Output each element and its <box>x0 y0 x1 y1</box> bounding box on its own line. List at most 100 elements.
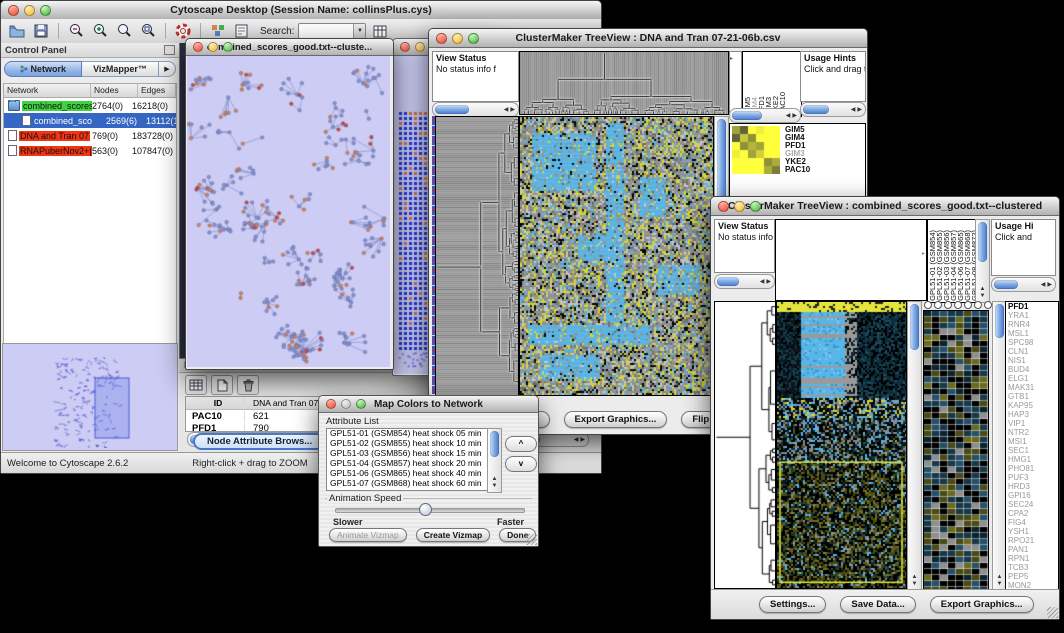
minimize-button[interactable] <box>341 399 351 409</box>
delete-attribute-button[interactable] <box>237 375 259 395</box>
gene-label[interactable]: HMG1 <box>1008 455 1058 464</box>
close-button[interactable] <box>400 42 410 52</box>
search-dropdown-arrow[interactable]: ▼ <box>353 24 365 38</box>
network-overview-panel[interactable] <box>2 343 178 451</box>
gene-label[interactable]: SEC24 <box>1008 500 1058 509</box>
tab-network[interactable]: Network <box>4 61 82 77</box>
tv2-usage-hscrollbar[interactable]: ◀▶ <box>991 277 1056 292</box>
tv2-global-heatmap[interactable] <box>776 301 907 589</box>
tv1-row-dendrogram[interactable] <box>435 116 519 396</box>
float-panel-icon[interactable] <box>164 45 175 55</box>
zoom-button[interactable] <box>223 42 233 52</box>
select-attributes-button[interactable] <box>185 375 207 395</box>
network-table-row[interactable]: combined_sco 2569(6) 13112(15) <box>4 113 176 128</box>
tv2-status-hscrollbar[interactable]: ◀▶ <box>714 274 775 289</box>
gene-label[interactable]: ELG1 <box>1008 374 1058 383</box>
dialog-titlebar[interactable]: Map Colors to Network <box>319 396 538 413</box>
close-button[interactable] <box>436 33 447 44</box>
zoom-button[interactable] <box>468 33 479 44</box>
tv1-usage-hscrollbar[interactable]: ◀▶ <box>800 102 866 117</box>
gene-label[interactable]: NTR2 <box>1008 428 1058 437</box>
gene-label[interactable]: PUF3 <box>1008 473 1058 482</box>
close-button[interactable] <box>326 399 336 409</box>
tv2-zoom-heatmap[interactable] <box>923 310 989 590</box>
treeview2-titlebar[interactable]: ClusterMaker TreeView : combined_scores_… <box>711 197 1059 216</box>
zoom-selected-button[interactable] <box>138 22 158 40</box>
gene-label[interactable]: GPI16 <box>1008 491 1058 500</box>
gene-label[interactable]: CLN1 <box>1008 347 1058 356</box>
network-table-row[interactable]: DNA and Tran 07 769(0) 183728(0) <box>4 128 176 143</box>
zoom-button[interactable] <box>750 201 761 212</box>
gene-label[interactable]: GTB1 <box>1008 392 1058 401</box>
zoom-in-button[interactable] <box>90 22 110 40</box>
tv2-settings-button[interactable]: Settings... <box>759 596 826 613</box>
tv1-status-hscrollbar[interactable]: ◀▶ <box>432 102 519 117</box>
slider-thumb[interactable] <box>419 503 432 516</box>
tv1-matrix-hscrollbar[interactable]: ◀▶ <box>729 108 801 123</box>
close-button[interactable] <box>8 5 19 16</box>
save-session-button[interactable] <box>31 22 51 40</box>
treeview1-titlebar[interactable]: ClusterMaker TreeView : DNA and Tran 07-… <box>429 29 867 48</box>
tv1-export-graphics-button[interactable]: Export Graphics... <box>564 411 668 428</box>
gene-label[interactable]: CPA2 <box>1008 509 1058 518</box>
main-titlebar[interactable]: Cytoscape Desktop (Session Name: collins… <box>1 1 601 20</box>
attribute-list-item[interactable]: GPL51-07 (GSM868) heat shock 60 min <box>330 479 490 489</box>
tab-vizmapper[interactable]: VizMapper™ <box>82 61 159 77</box>
gene-label[interactable]: TCB3 <box>1008 563 1058 572</box>
zoom-out-button[interactable] <box>66 22 86 40</box>
zoom-fit-button[interactable] <box>114 22 134 40</box>
gene-label[interactable]: NIS1 <box>1008 356 1058 365</box>
gene-label[interactable]: PFD1 <box>1008 302 1058 311</box>
network-overview-canvas[interactable] <box>3 344 177 448</box>
tv1-similarity-matrix[interactable] <box>732 126 780 174</box>
network-view-1-canvas[interactable] <box>187 56 390 367</box>
new-attribute-button[interactable] <box>211 375 233 395</box>
zoom-button[interactable] <box>356 399 366 409</box>
tv1-column-dendrogram[interactable] <box>519 51 729 115</box>
gene-label[interactable]: PHO81 <box>1008 464 1058 473</box>
move-up-button[interactable]: ^ <box>505 436 537 452</box>
dialog-button[interactable]: Animate Vizmap <box>329 528 407 542</box>
tab-overflow-arrow[interactable]: ▶ <box>159 61 176 77</box>
gene-label[interactable]: MAK31 <box>1008 383 1058 392</box>
gene-label[interactable]: HRD3 <box>1008 482 1058 491</box>
close-button[interactable] <box>718 201 729 212</box>
minimize-button[interactable] <box>24 5 35 16</box>
network-table-row[interactable]: RNAPuberNov2+| 563(0) 107847(0) <box>4 143 176 158</box>
tv2-column-labels[interactable]: GPL51-01 (GSM854)GPL51-02 (GSM855)GPL51-… <box>927 219 978 303</box>
gene-label[interactable]: HAP3 <box>1008 410 1058 419</box>
search-input[interactable]: ▼ <box>298 23 366 39</box>
gene-label[interactable]: YRA1 <box>1008 311 1058 320</box>
gene-label[interactable]: RPO21 <box>1008 536 1058 545</box>
minimize-button[interactable] <box>208 42 218 52</box>
gene-label[interactable]: PAN1 <box>1008 545 1058 554</box>
network-window-1-titlebar[interactable]: combined_scores_good.txt--cluste... <box>186 39 393 56</box>
close-button[interactable] <box>193 42 203 52</box>
gene-label[interactable]: YSH1 <box>1008 527 1058 536</box>
gene-label[interactable]: RNR4 <box>1008 320 1058 329</box>
gene-label[interactable]: SEC1 <box>1008 446 1058 455</box>
dialog-button[interactable]: Create Vizmap <box>416 528 490 542</box>
gene-label[interactable]: RPN1 <box>1008 554 1058 563</box>
minimize-button[interactable] <box>452 33 463 44</box>
open-session-button[interactable] <box>7 22 27 40</box>
gene-label[interactable]: KAP95 <box>1008 401 1058 410</box>
tv2-gene-list[interactable]: PFD1YRA1RNR4MSL1SPC98CLN1NIS1BUD4ELG1MAK… <box>1005 301 1059 591</box>
zoom-button[interactable] <box>40 5 51 16</box>
gene-label[interactable]: MSL1 <box>1008 329 1058 338</box>
minimize-button[interactable] <box>734 201 745 212</box>
gene-label[interactable]: FIG4 <box>1008 518 1058 527</box>
move-down-button[interactable]: v <box>505 456 537 472</box>
tv2-save-data-button[interactable]: Save Data... <box>840 596 915 613</box>
tv1-heatmap[interactable] <box>519 116 714 396</box>
tv2-export-graphics-button[interactable]: Export Graphics... <box>930 596 1034 613</box>
gene-label[interactable]: PAC10 <box>785 166 810 174</box>
gene-label[interactable]: VIP1 <box>1008 419 1058 428</box>
network-table-row[interactable]: combined_scores 2764(0) 16218(0) <box>4 98 176 113</box>
node-attribute-browser-tab[interactable]: Node Attribute Brows... <box>193 433 326 450</box>
attribute-list-vscrollbar[interactable]: ▲▼ <box>487 428 502 493</box>
gene-label[interactable]: SPC98 <box>1008 338 1058 347</box>
tv2-column-labels-vscrollbar[interactable]: ▲▼ <box>975 219 990 303</box>
attribute-listbox[interactable]: GPL51-01 (GSM854) heat shock 05 minGPL51… <box>326 428 491 491</box>
gene-label[interactable]: MSI1 <box>1008 437 1058 446</box>
